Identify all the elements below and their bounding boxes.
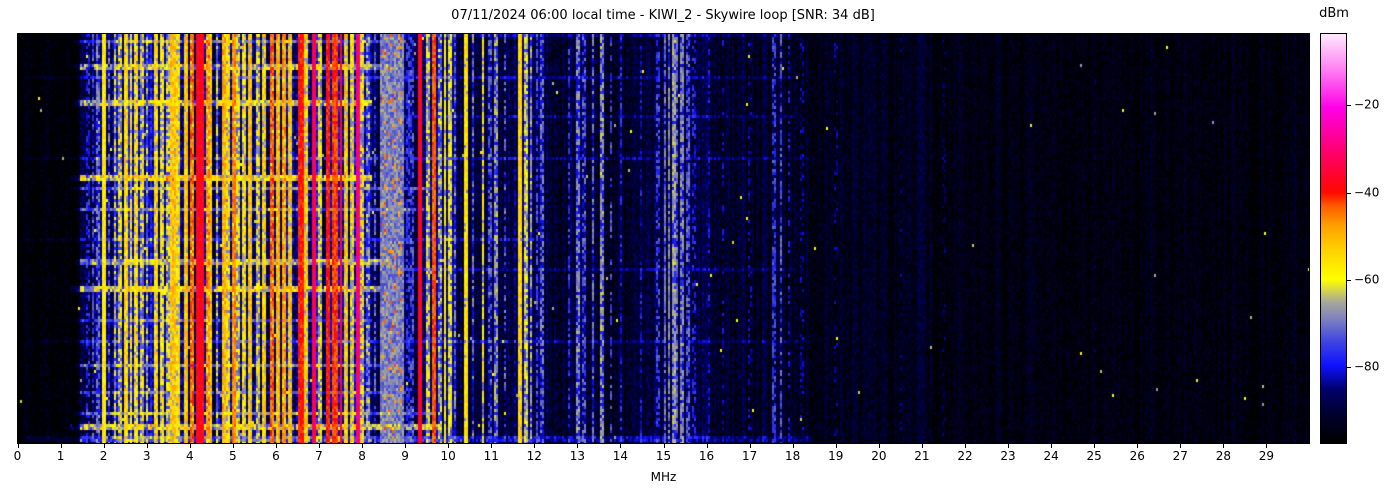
- x-tick-mark: [362, 444, 364, 448]
- x-tick-label: 27: [1172, 449, 1188, 463]
- x-tick-mark: [663, 444, 665, 448]
- x-tick-label: 16: [698, 449, 715, 463]
- colorbar-tick-mark: [1347, 192, 1351, 194]
- x-tick-label: 13: [569, 449, 585, 463]
- colorbar-tick-mark: [1347, 280, 1351, 282]
- x-tick-label: 11: [483, 449, 499, 463]
- x-tick-mark: [534, 444, 536, 448]
- x-tick-mark: [318, 444, 320, 448]
- x-tick-label: 3: [142, 449, 151, 463]
- x-tick-label: 17: [741, 449, 758, 463]
- x-tick-label: 23: [1000, 449, 1016, 463]
- colorbar-tick-label: −80: [1354, 359, 1380, 374]
- x-tick-label: 0: [13, 449, 22, 463]
- x-tick-label: 20: [871, 449, 887, 463]
- chart-title: 07/11/2024 06:00 local time - KIWI_2 - S…: [451, 8, 875, 23]
- x-tick-label: 21: [914, 449, 930, 463]
- x-tick-label: 5: [229, 449, 237, 463]
- x-tick-mark: [620, 444, 622, 448]
- x-tick-mark: [792, 444, 794, 448]
- x-tick-label: 15: [655, 449, 672, 463]
- x-tick-label: 29: [1258, 449, 1275, 463]
- x-tick-label: 14: [612, 449, 629, 463]
- x-tick-label: 12: [526, 449, 542, 463]
- colorbar-tick-mark: [1347, 105, 1351, 107]
- x-tick-mark: [1223, 444, 1225, 448]
- x-tick-mark: [17, 444, 19, 448]
- x-tick-mark: [146, 444, 148, 448]
- x-tick-mark: [405, 444, 407, 448]
- colorbar-label: dBm: [1319, 6, 1349, 21]
- x-tick-mark: [706, 444, 708, 448]
- x-tick-mark: [232, 444, 234, 448]
- x-tick-label: 6: [272, 449, 280, 463]
- x-tick-label: 10: [440, 449, 456, 463]
- x-tick-mark: [275, 444, 277, 448]
- x-tick-mark: [103, 444, 105, 448]
- x-tick-label: 2: [99, 449, 108, 463]
- x-tick-label: 1: [56, 449, 65, 463]
- plot-area: [17, 33, 1310, 444]
- colorbar-tick-label: −40: [1354, 185, 1380, 200]
- x-tick-mark: [835, 444, 837, 448]
- x-tick-label: 26: [1129, 449, 1145, 463]
- x-tick-mark: [491, 444, 493, 448]
- x-tick-mark: [1051, 444, 1053, 448]
- waterfall-figure: 07/11/2024 06:00 local time - KIWI_2 - S…: [0, 0, 1400, 500]
- x-tick-mark: [749, 444, 751, 448]
- colorbar: [1320, 33, 1347, 444]
- x-tick-mark: [878, 444, 880, 448]
- x-tick-label: 18: [785, 449, 801, 463]
- colorbar-tick-label: −20: [1354, 97, 1380, 112]
- x-tick-mark: [189, 444, 191, 448]
- x-tick-label: 4: [185, 449, 194, 463]
- x-tick-label: 22: [957, 449, 973, 463]
- x-tick-label: 19: [828, 449, 844, 463]
- x-tick-label: 8: [358, 449, 366, 463]
- x-tick-label: 9: [401, 449, 409, 463]
- x-tick-label: 28: [1215, 449, 1231, 463]
- x-tick-mark: [60, 444, 62, 448]
- x-axis-label: MHz: [650, 470, 677, 484]
- x-tick-mark: [1266, 444, 1268, 448]
- waterfall-heatmap: [18, 34, 1309, 443]
- x-tick-mark: [1008, 444, 1010, 448]
- x-tick-mark: [964, 444, 966, 448]
- x-tick-mark: [1137, 444, 1139, 448]
- colorbar-tick-mark: [1347, 367, 1351, 369]
- x-tick-mark: [1180, 444, 1182, 448]
- colorbar-tick-label: −60: [1354, 272, 1380, 287]
- x-tick-mark: [577, 444, 579, 448]
- x-tick-mark: [921, 444, 923, 448]
- x-tick-label: 25: [1086, 449, 1102, 463]
- x-tick-mark: [1094, 444, 1096, 448]
- x-tick-mark: [448, 444, 450, 448]
- x-tick-label: 7: [315, 449, 323, 463]
- x-tick-label: 24: [1043, 449, 1059, 463]
